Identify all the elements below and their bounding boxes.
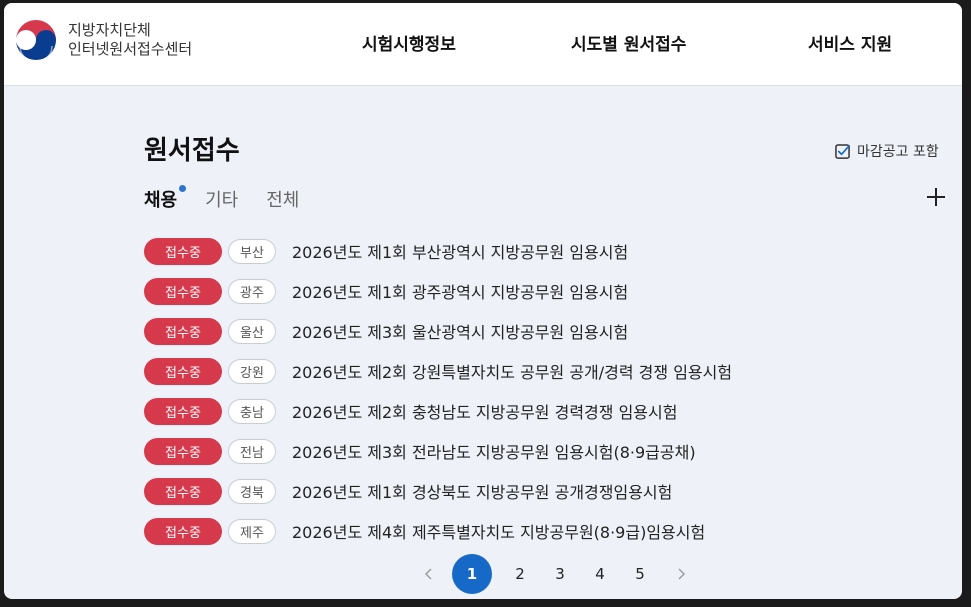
page-button[interactable]: 2 [500, 554, 540, 594]
region-badge: 울산 [228, 318, 276, 344]
status-badge: 접수중 [144, 477, 222, 505]
exam-row[interactable]: 접수중 강원 2026년도 제2회 강원특별자치도 공무원 공개/경력 경쟁 임… [144, 351, 924, 391]
include-closed-checkbox[interactable]: 마감공고 포함 [835, 141, 939, 161]
site-brand[interactable]: 지방자치단체 인터넷원서접수센터 [68, 21, 192, 59]
status-badge: 접수중 [144, 437, 222, 465]
page-button-current[interactable]: 1 [452, 554, 492, 594]
pagination: 1 2 3 4 5 [418, 554, 692, 594]
page-button[interactable]: 5 [620, 554, 660, 594]
status-badge: 접수중 [144, 317, 222, 345]
region-badge: 부산 [228, 238, 276, 264]
chevron-right-icon [678, 568, 685, 580]
exam-title[interactable]: 2026년도 제1회 경상북도 지방공무원 공개경쟁임용시험 [292, 479, 672, 503]
exam-title[interactable]: 2026년도 제1회 부산광역시 지방공무원 임용시험 [292, 239, 628, 263]
region-badge: 제주 [228, 518, 276, 544]
site-header: 지방자치단체 인터넷원서접수센터 시험시행정보 시도별 원서접수 서비스 지원 [4, 3, 962, 86]
status-badge: 접수중 [144, 397, 222, 425]
brand-line-2: 인터넷원서접수센터 [68, 40, 193, 58]
include-closed-label: 마감공고 포함 [857, 144, 939, 160]
exam-row[interactable]: 접수중 경북 2026년도 제1회 경상북도 지방공무원 공개경쟁임용시험 [144, 471, 924, 511]
nav-service-support[interactable]: 서비스 지원 [808, 30, 892, 55]
more-plus-icon[interactable] [924, 185, 948, 209]
checkbox-icon [835, 143, 850, 159]
exam-title[interactable]: 2026년도 제2회 충청남도 지방공무원 경력경쟁 임용시험 [292, 399, 677, 423]
page-button[interactable]: 4 [580, 554, 620, 594]
exam-row[interactable]: 접수중 충남 2026년도 제2회 충청남도 지방공무원 경력경쟁 임용시험 [144, 391, 924, 431]
tab-recruitment-label: 채용 [144, 190, 178, 211]
page-title: 원서접수 [144, 136, 240, 166]
status-badge: 접수중 [144, 237, 222, 265]
status-badge: 접수중 [144, 517, 222, 545]
page-button[interactable]: 3 [540, 554, 580, 594]
tab-recruitment[interactable]: 채용 [144, 185, 187, 212]
exam-row[interactable]: 접수중 울산 2026년도 제3회 울산광역시 지방공무원 임용시험 [144, 311, 924, 351]
tab-all[interactable]: 전체 [266, 186, 299, 212]
tab-other[interactable]: 기타 [205, 186, 238, 212]
exam-list: 접수중 부산 2026년도 제1회 부산광역시 지방공무원 임용시험 접수중 광… [144, 231, 924, 551]
government-emblem-icon[interactable] [13, 17, 59, 63]
exam-title[interactable]: 2026년도 제1회 광주광역시 지방공무원 임용시험 [292, 279, 628, 303]
status-badge: 접수중 [144, 357, 222, 385]
region-badge: 경북 [228, 478, 276, 504]
exam-row[interactable]: 접수중 전남 2026년도 제3회 전라남도 지방공무원 임용시험(8·9급공채… [144, 431, 924, 471]
exam-title[interactable]: 2026년도 제3회 전라남도 지방공무원 임용시험(8·9급공채) [292, 439, 696, 463]
region-badge: 광주 [228, 278, 276, 304]
nav-exam-info[interactable]: 시험시행정보 [362, 30, 456, 55]
exam-row[interactable]: 접수중 제주 2026년도 제4회 제주특별자치도 지방공무원(8·9급)임용시… [144, 511, 924, 551]
category-tabs: 채용 기타 전체 [144, 185, 299, 212]
chevron-left-icon [425, 568, 432, 580]
exam-title[interactable]: 2026년도 제2회 강원특별자치도 공무원 공개/경력 경쟁 임용시험 [292, 359, 732, 383]
next-page-button[interactable] [670, 563, 692, 585]
nav-regional-application[interactable]: 시도별 원서접수 [571, 30, 686, 55]
region-badge: 강원 [228, 358, 276, 384]
region-badge: 충남 [228, 398, 276, 424]
exam-title[interactable]: 2026년도 제3회 울산광역시 지방공무원 임용시험 [292, 319, 628, 343]
new-indicator-dot [179, 185, 187, 192]
exam-title[interactable]: 2026년도 제4회 제주특별자치도 지방공무원(8·9급)임용시험 [292, 519, 705, 543]
browser-viewport: 지방자치단체 인터넷원서접수센터 시험시행정보 시도별 원서접수 서비스 지원 … [4, 3, 962, 599]
region-badge: 전남 [228, 438, 276, 464]
prev-page-button[interactable] [418, 563, 440, 585]
exam-row[interactable]: 접수중 부산 2026년도 제1회 부산광역시 지방공무원 임용시험 [144, 231, 924, 271]
exam-row[interactable]: 접수중 광주 2026년도 제1회 광주광역시 지방공무원 임용시험 [144, 271, 924, 311]
brand-line-1: 지방자치단체 [68, 21, 151, 39]
status-badge: 접수중 [144, 277, 222, 305]
